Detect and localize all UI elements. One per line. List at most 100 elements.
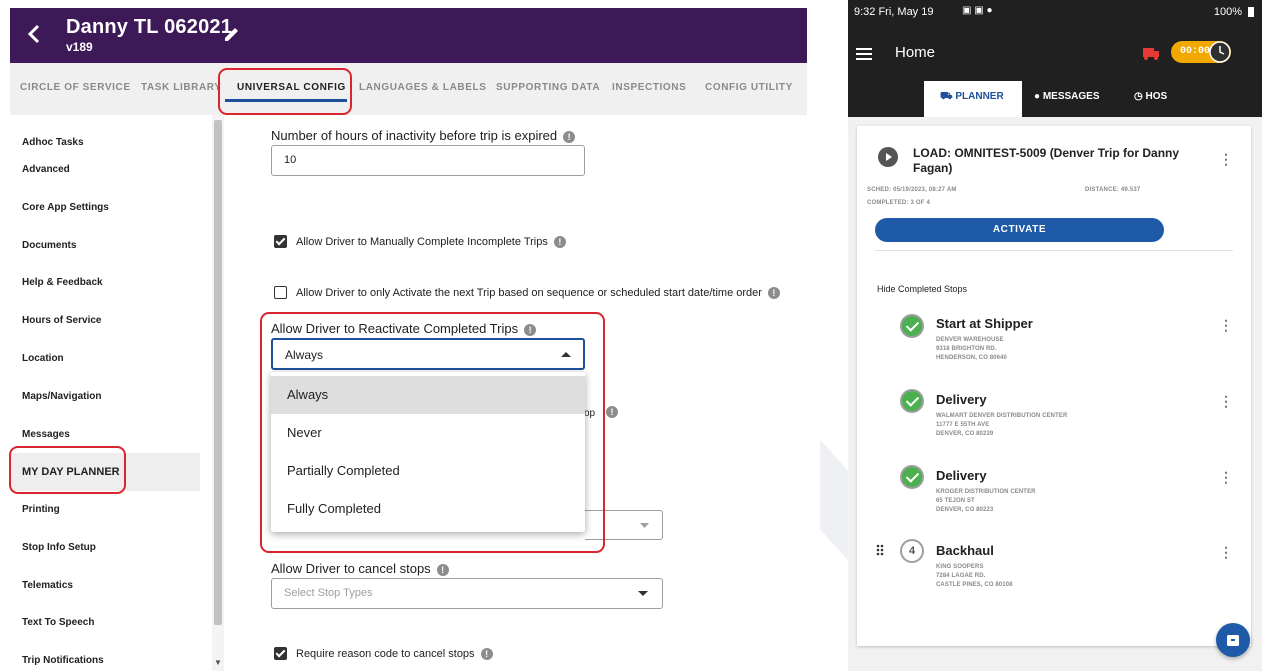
sidebar-item-maps-navigation[interactable]: Maps/Navigation	[22, 391, 101, 402]
sidebar-item-messages[interactable]: Messages	[22, 429, 70, 440]
tab-task-library[interactable]: TASK LIBRARY	[141, 82, 222, 93]
tab-circle-of-service[interactable]: CIRCLE OF SERVICE	[20, 82, 131, 93]
tab-config-utility[interactable]: CONFIG UTILITY	[705, 82, 793, 93]
sidebar-item-hours-of-service[interactable]: Hours of Service	[22, 315, 101, 326]
annotation-highlight-my-day-planner	[9, 446, 126, 494]
hos-timer-button[interactable]: 00:00	[1171, 41, 1231, 63]
load-card: LOAD: OMNITEST-5009 (Denver Trip for Dan…	[857, 126, 1251, 646]
stop-title: Delivery	[936, 392, 987, 407]
sidebar-item-printing[interactable]: Printing	[22, 504, 60, 515]
load-completed: COMPLETED: 3 OF 4	[867, 200, 931, 206]
stop-address: KING SOOPERS 7284 LAGAE RD. CASTLE PINES, …	[936, 564, 1013, 588]
stop-more-icon[interactable]: ⋮	[1219, 470, 1233, 484]
stop-address: DENVER WAREHOUSE 9318 BRIGHTON RD. HENDERS…	[936, 337, 1007, 361]
edit-button[interactable]	[222, 24, 244, 46]
manual-complete-checkbox[interactable]	[274, 235, 287, 248]
tab-planner[interactable]: ⛟ PLANNER	[940, 91, 1004, 104]
activate-next-setting: Allow Driver to only Activate the next T…	[296, 287, 780, 300]
reason-code-setting: Require reason code to cancel stops!	[296, 648, 493, 661]
stop-title: Start at Shipper	[936, 316, 1033, 331]
tab-hos-label: HOS	[1145, 91, 1168, 102]
sidebar-item-location[interactable]: Location	[22, 353, 64, 364]
inactivity-label: Number of hours of inactivity before tri…	[271, 128, 558, 143]
check-circle-icon	[900, 389, 924, 413]
archive-icon	[1227, 635, 1239, 646]
floating-action-button[interactable]	[1216, 623, 1250, 657]
sidebar-item-adhoc-tasks[interactable]: Adhoc Tasks	[22, 137, 84, 148]
info-icon[interactable]: !	[436, 563, 449, 576]
sidebar-item-advanced[interactable]: Advanced	[22, 164, 70, 175]
chevron-left-icon	[27, 24, 40, 44]
menu-icon[interactable]	[856, 48, 872, 60]
notification-icons: ▣ ▣ ●	[962, 5, 993, 16]
truck-icon: ⛟	[940, 91, 956, 102]
stop-title: Backhaul	[936, 543, 994, 558]
reason-code-checkbox[interactable]	[274, 647, 287, 660]
caret-down-icon	[638, 591, 648, 596]
config-app: Danny TL 062021 v189 CIRCLE OF SERVICE T…	[0, 0, 820, 671]
info-icon[interactable]: !	[606, 406, 618, 418]
sidebar-item-telematics[interactable]: Telematics	[22, 580, 73, 591]
scrollbar-thumb[interactable]	[214, 120, 222, 625]
load-distance: DISTANCE: 49.537	[1085, 187, 1141, 193]
sidebar-item-help-feedback[interactable]: Help & Feedback	[22, 277, 103, 288]
tab-hos[interactable]: ◷ HOS	[1134, 91, 1167, 102]
status-bar: 9:32 Fri, May 19 ▣ ▣ ● 100%	[848, 0, 1262, 26]
status-time: 9:32 Fri, May 19	[854, 6, 934, 18]
tab-messages[interactable]: ● MESSAGES	[1034, 91, 1100, 102]
page-title: Danny TL 062021	[66, 16, 233, 38]
battery-icon	[1248, 7, 1254, 17]
info-icon[interactable]: !	[553, 236, 566, 249]
tab-messages-label: MESSAGES	[1042, 91, 1100, 102]
hide-completed-stops-toggle[interactable]: Hide Completed Stops	[877, 284, 967, 294]
stop-more-icon[interactable]: ⋮	[1219, 318, 1233, 332]
reason-code-label: Require reason code to cancel stops	[296, 648, 475, 660]
hos-timer-value: 00:00	[1180, 46, 1211, 57]
info-icon[interactable]: !	[480, 648, 493, 661]
tab-inspections[interactable]: INSPECTIONS	[612, 82, 686, 93]
load-sched: SCHED: 05/19/2023, 08:27 AM	[867, 187, 957, 193]
sidebar-item-trip-notifications[interactable]: Trip Notifications	[22, 655, 104, 666]
cancel-stops-select[interactable]: Select Stop Types	[271, 578, 663, 609]
back-button[interactable]	[24, 23, 48, 47]
tab-supporting-data[interactable]: SUPPORTING DATA	[496, 82, 600, 93]
caret-down-icon	[640, 523, 649, 528]
scroll-down-icon[interactable]: ▼	[214, 658, 222, 667]
cancel-stops-placeholder: Select Stop Types	[284, 587, 373, 599]
stop-number: 4	[902, 541, 922, 561]
pencil-icon	[225, 28, 238, 41]
info-icon[interactable]: !	[563, 130, 576, 143]
drag-handle-icon[interactable]	[876, 544, 884, 556]
sidebar-item-text-to-speech[interactable]: Text To Speech	[22, 617, 94, 628]
version-label: v189	[66, 40, 93, 54]
stop-address: KROGER DISTRIBUTION CENTER 65 TEJON ST DEN…	[936, 489, 1036, 513]
divider	[875, 250, 1233, 251]
inactivity-input[interactable]: 10	[271, 145, 585, 176]
cancel-stops-setting: Allow Driver to cancel stops!	[271, 561, 449, 576]
tab-languages-labels[interactable]: LANGUAGES & LABELS	[359, 82, 486, 93]
mobile-page-title: Home	[895, 44, 936, 61]
stop-more-icon[interactable]: ⋮	[1219, 394, 1233, 408]
activate-next-checkbox[interactable]	[274, 286, 287, 299]
sidebar-item-stop-info-setup[interactable]: Stop Info Setup	[22, 542, 96, 553]
sidebar-item-core-app-settings[interactable]: Core App Settings	[22, 202, 109, 213]
inactivity-setting: Number of hours of inactivity before tri…	[271, 128, 576, 143]
check-circle-icon	[900, 465, 924, 489]
play-icon[interactable]	[878, 147, 898, 167]
info-icon[interactable]: !	[767, 287, 780, 300]
sidebar-item-documents[interactable]: Documents	[22, 240, 76, 251]
mobile-app: 9:32 Fri, May 19 ▣ ▣ ● 100% Home 00:00 ⛟…	[848, 0, 1262, 671]
stop-more-icon[interactable]: ⋮	[1219, 545, 1233, 559]
mobile-app-bar: Home 00:00	[848, 26, 1262, 81]
clock-small-icon: ◷	[1134, 91, 1146, 102]
clock-icon	[1209, 41, 1231, 63]
annotation-highlight-reactivate-setting	[260, 312, 605, 553]
activate-button[interactable]: ACTIVATE	[875, 218, 1164, 242]
inactivity-value: 10	[284, 154, 297, 166]
stop-number-icon: 4	[900, 539, 924, 563]
cancel-stops-label: Allow Driver to cancel stops	[271, 561, 431, 576]
truck-alert-icon[interactable]	[1142, 45, 1160, 61]
app-header: Danny TL 062021 v189	[10, 8, 807, 63]
load-more-icon[interactable]: ⋮	[1219, 152, 1233, 166]
manual-complete-setting: Allow Driver to Manually Complete Incomp…	[296, 236, 566, 249]
